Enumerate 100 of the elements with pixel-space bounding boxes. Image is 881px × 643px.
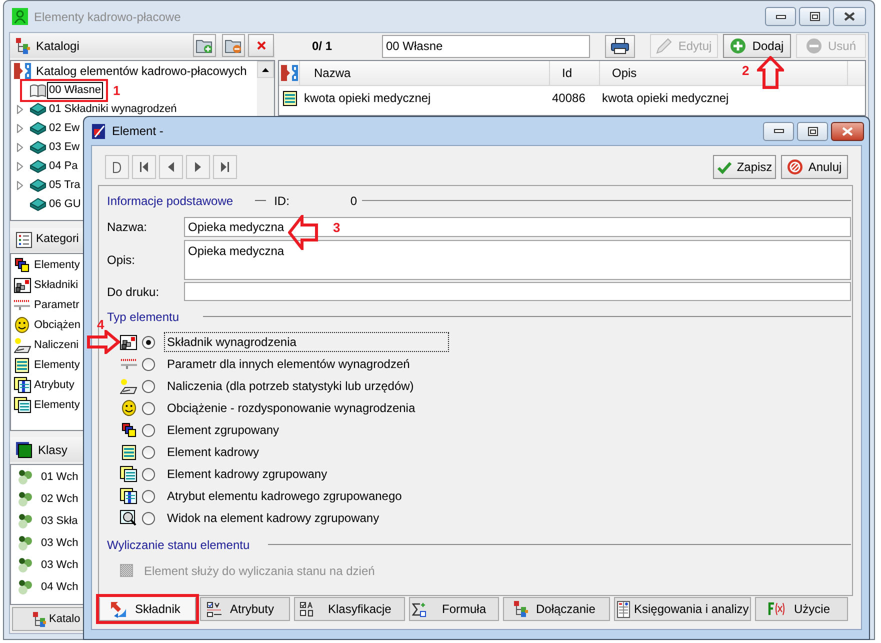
section-title: Informacje podstawowe [107, 194, 234, 206]
delete-icon [256, 41, 266, 50]
tab[interactable]: Dołączanie [503, 597, 610, 621]
list-item[interactable]: 02 Wch [41, 494, 78, 504]
radio-button[interactable] [142, 490, 155, 502]
folder-minus-icon [225, 38, 242, 53]
option-label[interactable]: Element zgrupowany [164, 420, 282, 440]
tree-item[interactable]: 02 Ew [47, 120, 82, 137]
panel-title: Klasy [38, 444, 68, 456]
filter-field[interactable]: 00 Własne [382, 34, 590, 58]
tab[interactable]: Użycie [755, 597, 848, 621]
action-button[interactable]: Dodaj [723, 34, 791, 58]
dotted-line-icon [120, 359, 136, 369]
circles-icon [17, 513, 33, 529]
tree-item[interactable]: 04 Pa [47, 158, 80, 175]
list-item[interactable]: Atrybuty [34, 380, 74, 390]
book-icon [30, 103, 46, 116]
squares-icon [16, 442, 32, 458]
expand-triangle-icon[interactable] [17, 105, 23, 114]
panel-title: Katalogi [36, 40, 80, 52]
radio-button[interactable] [142, 446, 155, 458]
plus-circle-icon [730, 38, 746, 54]
person-tile-icon [12, 8, 28, 25]
list-item[interactable]: 03 Wch [41, 538, 78, 548]
hierarchy-icon [33, 612, 46, 626]
minus-circle-icon [806, 38, 822, 54]
document-icon [282, 90, 296, 106]
tree-item[interactable]: Katalog elementów kadrowo-płacowych [36, 65, 247, 77]
tab[interactable]: Klasyfikacje [294, 597, 405, 621]
tab[interactable]: Formuła [409, 597, 499, 621]
list-item[interactable]: 03 Skła [41, 516, 78, 526]
minimize-button[interactable] [765, 7, 796, 26]
book-icon [30, 160, 46, 173]
option-label[interactable]: Element kadrowy zgrupowany [164, 464, 330, 484]
close-button[interactable] [833, 7, 866, 26]
option-label[interactable]: Składnik wynagrodzenia [164, 332, 449, 352]
last-record-button[interactable] [213, 155, 237, 179]
list-item[interactable]: 04 Wch [41, 582, 78, 592]
tree-item[interactable]: 06 GU [47, 196, 83, 213]
radio-button[interactable] [142, 402, 155, 414]
list-item[interactable]: 01 Wch [41, 472, 78, 482]
option-label[interactable]: Naliczenia (dla potrzeb statystyki lub urzędów) [164, 376, 417, 396]
expand-triangle-icon[interactable] [17, 181, 23, 190]
tree-item[interactable]: 00 Własne [47, 82, 103, 99]
tab[interactable]: Składnik [99, 597, 196, 621]
column-header[interactable]: Nazwa [300, 61, 550, 85]
radio-button[interactable] [142, 424, 155, 436]
first-record-button[interactable] [132, 155, 156, 179]
panel-title: Kategori [36, 234, 79, 246]
text-area[interactable]: Opieka medyczna [184, 240, 851, 280]
radio-button[interactable] [142, 512, 155, 524]
next-record-button[interactable] [186, 155, 210, 179]
list-item[interactable]: Naliczeni [34, 340, 79, 350]
option-label[interactable]: Parametr dla innych elementów wynagrodzeń [164, 354, 413, 374]
open-book-icon [30, 84, 46, 97]
option-label[interactable]: Atrybut elementu kadrowego zgrupowanego [164, 486, 405, 506]
minimize-button[interactable] [763, 122, 794, 140]
close-button[interactable] [831, 122, 864, 140]
tab[interactable]: Księgowania i analizy [614, 597, 751, 621]
minimize-icon [776, 14, 786, 18]
radio-button[interactable] [142, 336, 155, 348]
maximize-button[interactable] [797, 122, 828, 140]
expand-triangle-icon[interactable] [17, 124, 23, 133]
expand-triangle-icon[interactable] [17, 162, 23, 171]
check-icon [716, 160, 732, 174]
radio-button[interactable] [142, 358, 155, 370]
right-arrow-icon [87, 330, 120, 354]
previous-record-button[interactable] [159, 155, 183, 179]
radio-button[interactable] [142, 380, 155, 392]
list-item[interactable]: Obciążen [34, 320, 80, 330]
tree-item[interactable]: 03 Ew [47, 139, 82, 156]
column-header[interactable]: Id [550, 61, 600, 85]
text-field[interactable] [184, 282, 851, 301]
new-record-button[interactable] [105, 155, 129, 179]
list-item[interactable]: Składniki [34, 280, 78, 290]
list-item[interactable]: 03 Wch [41, 560, 78, 570]
field-label: Nazwa: [107, 221, 148, 233]
expand-triangle-icon[interactable] [17, 143, 23, 152]
maximize-button[interactable] [799, 7, 830, 26]
delete-button[interactable] [248, 34, 274, 57]
print-button[interactable] [605, 34, 635, 58]
list-item[interactable]: Parametr [34, 300, 80, 310]
add-folder-button[interactable] [193, 34, 216, 57]
triangle-left-icon [168, 162, 174, 172]
list-item[interactable]: Elementy [34, 260, 80, 270]
tree-item[interactable]: 01 Składniki wynagrodzeń [47, 101, 179, 118]
option-label[interactable]: Widok na element kadrowy zgrupowany [164, 508, 382, 528]
book-icon [30, 122, 46, 135]
option-label[interactable]: Element kadrowy [164, 442, 262, 462]
list-item[interactable]: Elementy [34, 400, 80, 410]
tab[interactable]: Atrybuty [200, 597, 290, 621]
cancel-button[interactable]: Anuluj [781, 155, 848, 179]
save-button[interactable]: Zapisz [713, 155, 776, 179]
tree-item[interactable]: 05 Tra [47, 177, 82, 194]
remove-folder-button[interactable] [222, 34, 245, 57]
option-label[interactable]: Obciążenie - rozdysponowanie wynagrodzenia [164, 398, 418, 418]
blocks-window-icon [14, 278, 30, 292]
radio-button[interactable] [142, 468, 155, 480]
list-item[interactable]: Elementy [34, 360, 80, 370]
scroll-up-button[interactable] [257, 61, 274, 78]
